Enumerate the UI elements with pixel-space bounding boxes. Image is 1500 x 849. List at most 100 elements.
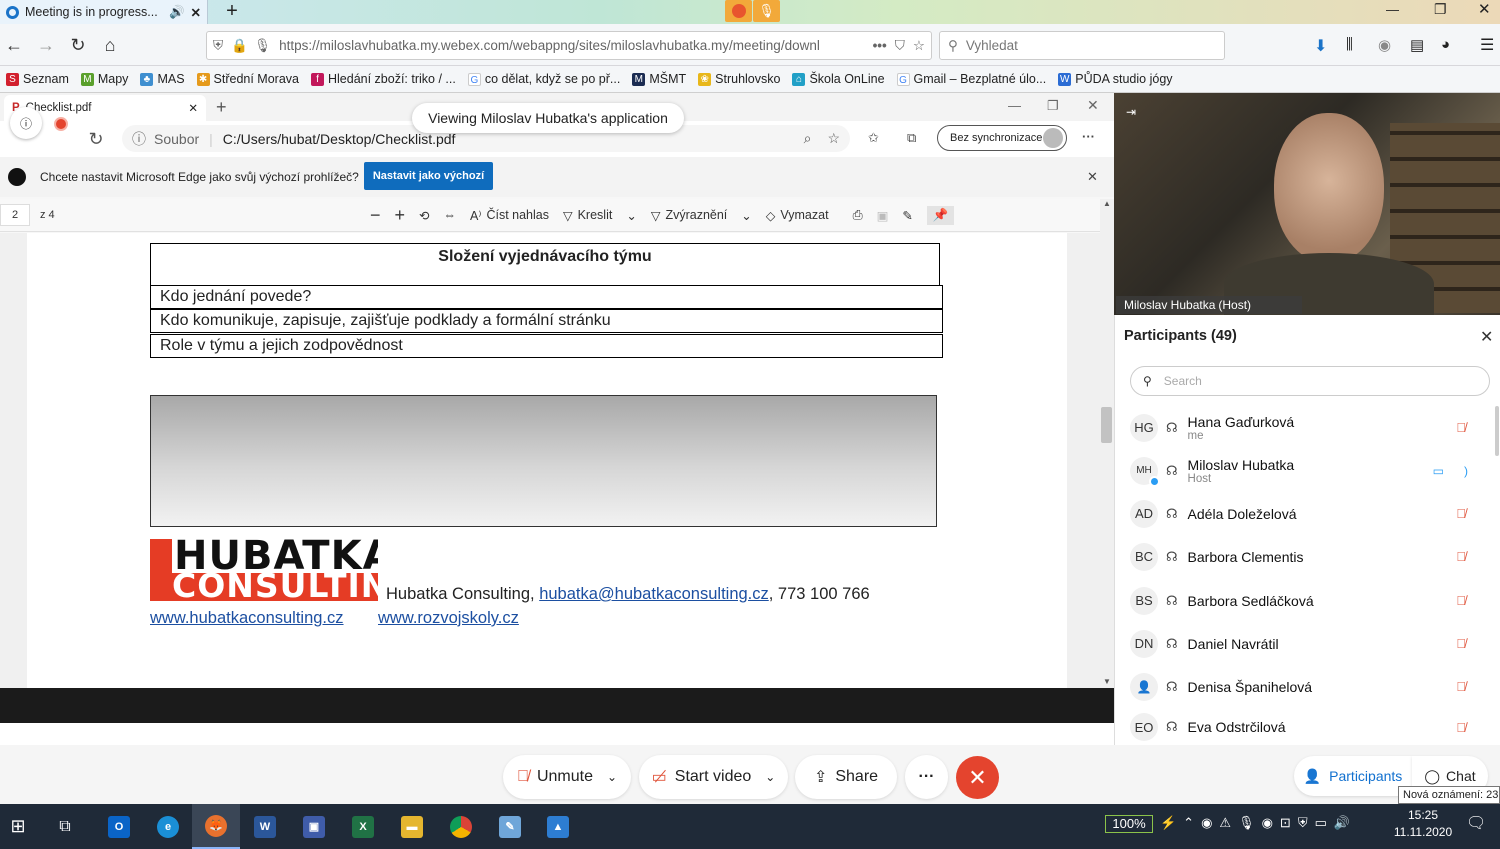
infobar-close-icon[interactable]: ✕ [1087, 169, 1098, 185]
erase-button[interactable]: ◇ Vymazat [766, 208, 829, 223]
end-meeting-button[interactable]: ✕ [956, 756, 999, 799]
bookmark-msmt[interactable]: M MŠMT [632, 72, 686, 86]
mic-permission-icon[interactable]: 🎙 [254, 38, 271, 54]
edge-taskbar-icon[interactable]: e [144, 804, 192, 849]
unmute-button[interactable]: 🎙̸ Unmute ⌄ [503, 755, 631, 799]
collapse-video-icon[interactable]: ⇥ [1126, 105, 1136, 119]
save-as-icon[interactable]: ✎ [902, 208, 912, 223]
bookmark-mapy[interactable]: M Mapy [80, 72, 128, 86]
library-icon[interactable]: ⫼ [1346, 36, 1353, 53]
rotate-icon[interactable]: ⟲ [419, 208, 429, 223]
start-video-button[interactable]: ▭̸ Start video ⌄ [639, 755, 788, 799]
participant-row[interactable]: BS ☊ Barbora Sedláčková 🎙̸ [1114, 579, 1500, 622]
highlight-button[interactable]: ▽ Zvýraznění ⌄ [651, 208, 752, 223]
participant-search-input[interactable]: ⚲ Search [1130, 366, 1490, 396]
download-icon[interactable]: ⬇ [1314, 36, 1327, 56]
bookmark-puda[interactable]: W PŮDA studio jógy [1058, 72, 1173, 86]
search-input[interactable]: ⚲ Vyhledat [939, 31, 1225, 60]
website-link-rozvojskoly[interactable]: www.rozvojskoly.cz [378, 609, 519, 628]
restore-window-button[interactable]: ❐ [1434, 1, 1447, 18]
save-icon[interactable]: ▣ [877, 208, 889, 223]
scroll-up-arrow[interactable]: ▲ [1103, 199, 1111, 208]
account-icon[interactable]: ◕ [1441, 36, 1450, 53]
muted-mic-icon[interactable]: 🎙̸ [1456, 679, 1466, 694]
bookmark-seznam[interactable]: S Seznam [6, 72, 69, 86]
new-tab-button[interactable]: + [220, 0, 244, 24]
zoom-out-icon[interactable]: − [370, 205, 381, 226]
favorite-star-icon[interactable]: ☆ [827, 130, 840, 147]
pocket-icon[interactable]: ⛉ [895, 38, 905, 54]
muted-mic-icon[interactable]: 🎙̸ [1456, 506, 1466, 521]
participant-row[interactable]: DN ☊ Daniel Navrátil 🎙̸ [1114, 622, 1500, 665]
firefox-taskbar-icon[interactable]: 🦊 [192, 804, 240, 849]
participants-scrollbar[interactable] [1495, 406, 1499, 456]
website-link-hubatka[interactable]: www.hubatkaconsulting.cz [150, 609, 344, 628]
paint-app-taskbar-icon[interactable]: ✎ [486, 804, 534, 849]
close-tab-icon[interactable]: ✕ [191, 5, 201, 20]
menu-icon[interactable]: ☰ [1480, 35, 1494, 55]
extension-icon[interactable]: ◉ [1378, 36, 1391, 54]
muted-mic-icon[interactable]: 🎙̸ [1456, 420, 1466, 435]
scroll-down-arrow[interactable]: ▼ [1103, 677, 1111, 686]
collections-icon[interactable]: ⧉ [907, 130, 916, 146]
read-aloud-button[interactable]: A⁾ Číst nahlas [470, 208, 549, 223]
scroll-thumb[interactable] [1101, 407, 1112, 443]
print-icon[interactable]: ⎙ [853, 208, 863, 223]
bookmark-struhlovsko[interactable]: ❀ Struhlovsko [698, 72, 780, 86]
participant-row[interactable]: BC ☊ Barbora Clementis 🎙̸ [1114, 535, 1500, 578]
windows-start-icon[interactable]: ⊞ [0, 804, 36, 849]
video-camera-icon[interactable]: ▭ [1433, 464, 1444, 478]
bookmark-co-delat[interactable]: Gco dělat, když se po př... [467, 72, 620, 86]
webex-info-icon[interactable]: ⓘ [10, 107, 42, 139]
page-number-input[interactable]: 2 [0, 204, 30, 226]
participant-row[interactable]: HG ☊ Hana Gaďurková me 🎙̸ [1114, 406, 1500, 449]
bookmark-skola-online[interactable]: ⌂ Škola OnLine [792, 72, 885, 86]
draw-button[interactable]: ▽ Kreslit ⌄ [563, 208, 637, 223]
muted-mic-icon[interactable]: 🎙̸ [1456, 636, 1466, 651]
zoom-in-icon[interactable]: + [395, 205, 406, 226]
fit-page-icon[interactable]: ⇔ [444, 208, 457, 222]
more-options-button[interactable]: ··· [905, 755, 948, 799]
reload-icon[interactable]: ↻ [66, 33, 90, 57]
task-view-icon[interactable]: ⧉ [36, 804, 94, 849]
chevron-down-icon[interactable]: ⌄ [626, 208, 636, 223]
close-tab-icon[interactable]: ✕ [188, 101, 198, 115]
home-icon[interactable]: ⌂ [98, 33, 122, 57]
participant-row[interactable]: EO ☊ Eva Odstrčilová 🎙̸ [1114, 709, 1500, 745]
edge-restore-button[interactable]: ❐ [1047, 98, 1059, 114]
excel-taskbar-icon[interactable]: X [338, 804, 388, 849]
sync-button[interactable]: Bez synchronizace [937, 125, 1067, 151]
photos-taskbar-icon[interactable]: ▲ [534, 804, 582, 849]
muted-mic-icon[interactable]: 🎙̸ [1456, 720, 1466, 735]
minimize-window-button[interactable]: — [1386, 2, 1399, 17]
set-default-button[interactable]: Nastavit jako výchozí [364, 162, 493, 190]
chevron-down-icon[interactable]: ⌄ [741, 208, 751, 223]
bookmark-star-icon[interactable]: ☆ [913, 38, 925, 54]
pdf-scrollbar[interactable]: ▲ ▼ [1100, 199, 1114, 688]
edge-reload-icon[interactable]: ↻ [84, 127, 108, 151]
edge-close-button[interactable]: ✕ [1087, 97, 1099, 114]
lock-icon[interactable]: 🔒 [231, 38, 248, 54]
chevron-down-icon[interactable]: ⌄ [607, 770, 617, 784]
bookmark-stredni-morava[interactable]: ✱ Střední Morava [196, 72, 299, 86]
file-explorer-taskbar-icon[interactable]: ▬ [388, 804, 436, 849]
edge-more-icon[interactable]: ··· [1082, 129, 1095, 144]
participant-row[interactable]: 👤 ☊ Denisa Španihelová 🎙̸ [1114, 665, 1500, 708]
favorites-icon[interactable]: ✩ [868, 130, 879, 146]
chrome-taskbar-icon[interactable] [436, 804, 486, 849]
speaker-icon[interactable]: 🔊 [169, 5, 185, 20]
page-actions-icon[interactable]: ••• [873, 38, 887, 53]
chevron-down-icon[interactable]: ⌄ [765, 770, 775, 784]
edge-new-tab-button[interactable]: + [216, 97, 227, 118]
battery-percentage[interactable]: 100% [1105, 815, 1153, 833]
word-taskbar-icon[interactable]: W [240, 804, 290, 849]
close-window-button[interactable]: ✕ [1478, 0, 1491, 18]
muted-mic-icon[interactable]: 🎙̸ [1456, 593, 1466, 608]
outlook-taskbar-icon[interactable]: O [94, 804, 144, 849]
url-bar[interactable]: ⛨ 🔒 🎙 https://miloslavhubatka.my.webex.c… [206, 31, 932, 60]
bookmark-gmail[interactable]: G Gmail – Bezplatné úlo... [896, 72, 1046, 86]
shield-icon[interactable]: ⛨ [213, 38, 223, 54]
back-arrow-icon[interactable]: ← [2, 33, 26, 57]
bookmark-mas[interactable]: ♣ MAS [140, 72, 185, 86]
clock[interactable]: 15:25 11.11.2020 [1393, 807, 1453, 841]
